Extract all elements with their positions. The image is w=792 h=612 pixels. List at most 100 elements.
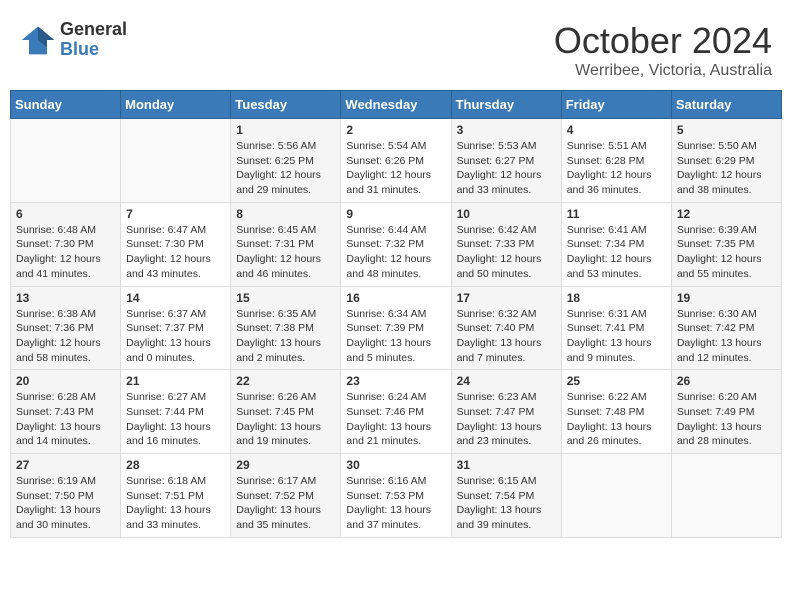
cell-content: Sunrise: 6:19 AM Sunset: 7:50 PM Dayligh… xyxy=(16,474,115,533)
page-header: General Blue October 2024 Werribee, Vict… xyxy=(10,10,782,85)
cell-content: Sunrise: 6:35 AM Sunset: 7:38 PM Dayligh… xyxy=(236,307,335,366)
day-cell: 13 Sunrise: 6:38 AM Sunset: 7:36 PM Dayli… xyxy=(11,286,121,370)
week-row-4: 27 Sunrise: 6:19 AM Sunset: 7:50 PM Dayli… xyxy=(11,454,782,538)
week-row-0: 1Sunrise: 5:56 AM Sunset: 6:25 PM Daylig… xyxy=(11,119,782,203)
cell-content: Sunrise: 6:48 AM Sunset: 7:30 PM Dayligh… xyxy=(16,223,115,282)
day-number: 5 xyxy=(677,123,776,137)
day-cell: 15 Sunrise: 6:35 AM Sunset: 7:38 PM Dayli… xyxy=(231,286,341,370)
day-cell: 18Sunrise: 6:31 AM Sunset: 7:41 PM Dayli… xyxy=(561,286,671,370)
cell-content: Sunrise: 6:38 AM Sunset: 7:36 PM Dayligh… xyxy=(16,307,115,366)
day-number: 7 xyxy=(126,207,225,221)
header-tuesday: Tuesday xyxy=(231,91,341,119)
day-number: 11 xyxy=(567,207,666,221)
day-cell: 3 Sunrise: 5:53 AM Sunset: 6:27 PM Daylig… xyxy=(451,119,561,203)
cell-content: Sunrise: 6:39 AM Sunset: 7:35 PM Dayligh… xyxy=(677,223,776,282)
header-saturday: Saturday xyxy=(671,91,781,119)
day-number: 9 xyxy=(346,207,445,221)
cell-content: Sunrise: 5:54 AM Sunset: 6:26 PM Dayligh… xyxy=(346,139,445,198)
day-cell: 27 Sunrise: 6:19 AM Sunset: 7:50 PM Dayli… xyxy=(11,454,121,538)
cell-content: Sunrise: 6:15 AM Sunset: 7:54 PM Dayligh… xyxy=(457,474,556,533)
cell-content: Sunrise: 6:23 AM Sunset: 7:47 PM Dayligh… xyxy=(457,390,556,449)
cell-content: Sunrise: 6:27 AM Sunset: 7:44 PM Dayligh… xyxy=(126,390,225,449)
day-number: 22 xyxy=(236,374,335,388)
logo-general: General xyxy=(60,20,127,40)
day-cell: 8 Sunrise: 6:45 AM Sunset: 7:31 PM Daylig… xyxy=(231,202,341,286)
cell-content: Sunrise: 6:26 AM Sunset: 7:45 PM Dayligh… xyxy=(236,390,335,449)
day-cell: 26 Sunrise: 6:20 AM Sunset: 7:49 PM Dayli… xyxy=(671,370,781,454)
day-cell: 7 Sunrise: 6:47 AM Sunset: 7:30 PM Daylig… xyxy=(121,202,231,286)
day-number: 25 xyxy=(567,374,666,388)
day-number: 6 xyxy=(16,207,115,221)
day-cell xyxy=(671,454,781,538)
day-number: 12 xyxy=(677,207,776,221)
cell-content: Sunrise: 6:28 AM Sunset: 7:43 PM Dayligh… xyxy=(16,390,115,449)
calendar-table: SundayMondayTuesdayWednesdayThursdayFrid… xyxy=(10,90,782,538)
cell-content: Sunrise: 6:24 AM Sunset: 7:46 PM Dayligh… xyxy=(346,390,445,449)
day-number: 23 xyxy=(346,374,445,388)
cell-content: Sunrise: 6:20 AM Sunset: 7:49 PM Dayligh… xyxy=(677,390,776,449)
logo-blue: Blue xyxy=(60,40,127,60)
day-cell: 25 Sunrise: 6:22 AM Sunset: 7:48 PM Dayli… xyxy=(561,370,671,454)
cell-content: Sunrise: 5:53 AM Sunset: 6:27 PM Dayligh… xyxy=(457,139,556,198)
day-number: 3 xyxy=(457,123,556,137)
week-row-1: 6 Sunrise: 6:48 AM Sunset: 7:30 PM Daylig… xyxy=(11,202,782,286)
header-row: SundayMondayTuesdayWednesdayThursdayFrid… xyxy=(11,91,782,119)
cell-content: Sunrise: 6:47 AM Sunset: 7:30 PM Dayligh… xyxy=(126,223,225,282)
logo-text: General Blue xyxy=(60,20,127,60)
cell-content: Sunrise: 6:42 AM Sunset: 7:33 PM Dayligh… xyxy=(457,223,556,282)
cell-content: Sunrise: 6:16 AM Sunset: 7:53 PM Dayligh… xyxy=(346,474,445,533)
day-cell xyxy=(11,119,121,203)
day-number: 15 xyxy=(236,291,335,305)
day-number: 31 xyxy=(457,458,556,472)
day-cell: 20Sunrise: 6:28 AM Sunset: 7:43 PM Dayli… xyxy=(11,370,121,454)
day-cell: 1Sunrise: 5:56 AM Sunset: 6:25 PM Daylig… xyxy=(231,119,341,203)
day-number: 4 xyxy=(567,123,666,137)
day-cell: 6 Sunrise: 6:48 AM Sunset: 7:30 PM Daylig… xyxy=(11,202,121,286)
cell-content: Sunrise: 6:34 AM Sunset: 7:39 PM Dayligh… xyxy=(346,307,445,366)
day-number: 24 xyxy=(457,374,556,388)
day-cell: 28Sunrise: 6:18 AM Sunset: 7:51 PM Dayli… xyxy=(121,454,231,538)
cell-content: Sunrise: 6:37 AM Sunset: 7:37 PM Dayligh… xyxy=(126,307,225,366)
day-cell: 23 Sunrise: 6:24 AM Sunset: 7:46 PM Dayli… xyxy=(341,370,451,454)
day-number: 30 xyxy=(346,458,445,472)
day-number: 28 xyxy=(126,458,225,472)
day-cell: 11 Sunrise: 6:41 AM Sunset: 7:34 PM Dayli… xyxy=(561,202,671,286)
cell-content: Sunrise: 6:22 AM Sunset: 7:48 PM Dayligh… xyxy=(567,390,666,449)
day-number: 27 xyxy=(16,458,115,472)
day-number: 1 xyxy=(236,123,335,137)
day-cell: 2 Sunrise: 5:54 AM Sunset: 6:26 PM Daylig… xyxy=(341,119,451,203)
day-number: 13 xyxy=(16,291,115,305)
day-cell: 5 Sunrise: 5:50 AM Sunset: 6:29 PM Daylig… xyxy=(671,119,781,203)
logo-icon xyxy=(20,22,56,58)
cell-content: Sunrise: 5:50 AM Sunset: 6:29 PM Dayligh… xyxy=(677,139,776,198)
day-cell: 30 Sunrise: 6:16 AM Sunset: 7:53 PM Dayli… xyxy=(341,454,451,538)
day-cell: 9Sunrise: 6:44 AM Sunset: 7:32 PM Daylig… xyxy=(341,202,451,286)
day-cell: 4 Sunrise: 5:51 AM Sunset: 6:28 PM Daylig… xyxy=(561,119,671,203)
header-thursday: Thursday xyxy=(451,91,561,119)
week-row-3: 20Sunrise: 6:28 AM Sunset: 7:43 PM Dayli… xyxy=(11,370,782,454)
header-friday: Friday xyxy=(561,91,671,119)
day-number: 26 xyxy=(677,374,776,388)
day-number: 21 xyxy=(126,374,225,388)
day-number: 16 xyxy=(346,291,445,305)
month-title: October 2024 xyxy=(554,20,772,62)
day-cell xyxy=(561,454,671,538)
day-cell: 31 Sunrise: 6:15 AM Sunset: 7:54 PM Dayli… xyxy=(451,454,561,538)
day-cell: 16 Sunrise: 6:34 AM Sunset: 7:39 PM Dayli… xyxy=(341,286,451,370)
week-row-2: 13 Sunrise: 6:38 AM Sunset: 7:36 PM Dayli… xyxy=(11,286,782,370)
cell-content: Sunrise: 6:41 AM Sunset: 7:34 PM Dayligh… xyxy=(567,223,666,282)
day-number: 18 xyxy=(567,291,666,305)
cell-content: Sunrise: 6:32 AM Sunset: 7:40 PM Dayligh… xyxy=(457,307,556,366)
cell-content: Sunrise: 6:45 AM Sunset: 7:31 PM Dayligh… xyxy=(236,223,335,282)
day-cell: 19Sunrise: 6:30 AM Sunset: 7:42 PM Dayli… xyxy=(671,286,781,370)
header-wednesday: Wednesday xyxy=(341,91,451,119)
day-number: 8 xyxy=(236,207,335,221)
day-cell: 12 Sunrise: 6:39 AM Sunset: 7:35 PM Dayli… xyxy=(671,202,781,286)
day-number: 17 xyxy=(457,291,556,305)
location: Werribee, Victoria, Australia xyxy=(554,62,772,80)
cell-content: Sunrise: 5:51 AM Sunset: 6:28 PM Dayligh… xyxy=(567,139,666,198)
day-cell: 24 Sunrise: 6:23 AM Sunset: 7:47 PM Dayli… xyxy=(451,370,561,454)
day-number: 2 xyxy=(346,123,445,137)
day-number: 10 xyxy=(457,207,556,221)
day-cell: 21 Sunrise: 6:27 AM Sunset: 7:44 PM Dayli… xyxy=(121,370,231,454)
